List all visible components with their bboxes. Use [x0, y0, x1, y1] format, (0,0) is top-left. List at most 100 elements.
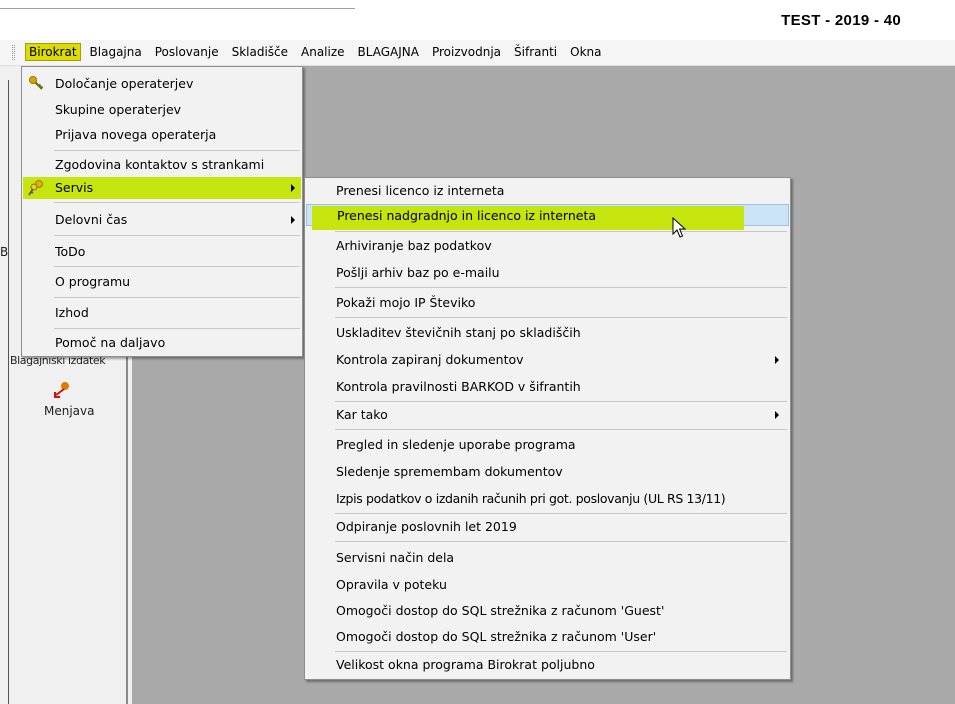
submenu-item-arhiviranje-baz[interactable]: Arhiviranje baz podatkov — [306, 235, 789, 257]
menu-item-label: ToDo — [55, 244, 86, 259]
menu-bar: Birokrat Blagajna Poslovanje Skladišče A… — [0, 40, 955, 66]
menu-okna[interactable]: Okna — [567, 44, 604, 60]
menu-separator — [335, 541, 787, 542]
menu-item-label: Delovni čas — [55, 212, 128, 227]
menu-item-label: Zgodovina kontaktov s strankami — [55, 157, 265, 172]
pane-border-left — [8, 80, 9, 704]
submenu-item-sql-guest[interactable]: Omogoči dostop do SQL strežnika z računo… — [306, 600, 789, 622]
title-bar: TEST - 2019 - 40 — [0, 0, 955, 40]
menu-label: Okna — [570, 45, 602, 59]
menu-item-prijava-novega-operaterja[interactable]: Prijava novega operaterja — [23, 124, 301, 146]
menu-label: Skladišče — [231, 45, 289, 59]
menu-blagajna-upper[interactable]: BLAGAJNA — [355, 44, 422, 60]
menu-skladisce[interactable]: Skladišče — [229, 44, 291, 60]
menu-separator — [335, 651, 787, 652]
submenu-item-izpis-podatkov[interactable]: Izpis podatkov o izdanih računih pri got… — [306, 488, 789, 510]
window-title: TEST - 2019 - 40 — [781, 12, 901, 29]
menu-birokrat[interactable]: Birokrat — [25, 43, 81, 61]
keys-icon — [28, 180, 43, 196]
menu-item-label: Pošlji arhiv baz po e-mailu — [336, 265, 500, 280]
menu-label: Blagajna — [89, 45, 142, 59]
submenu-item-pokazi-ip[interactable]: Pokaži mojo IP Števiko — [306, 292, 789, 314]
menu-separator — [335, 429, 787, 430]
menu-item-label: Pregled in sledenje uporabe programa — [336, 437, 576, 452]
menu-item-label: Arhiviranje baz podatkov — [336, 238, 492, 253]
submenu-arrow-icon — [291, 216, 295, 224]
menu-item-label: Kontrola pravilnosti BARKOD v šifrantih — [336, 379, 581, 394]
menu-item-servis[interactable]: Servis — [23, 177, 301, 199]
submenu-arrow-icon — [775, 411, 779, 419]
menu-item-label: Določanje operaterjev — [55, 76, 194, 91]
submenu-item-kontrola-zapiranj[interactable]: Kontrola zapiranj dokumentov — [306, 349, 789, 371]
submenu-item-odpiranje-let[interactable]: Odpiranje poslovnih let 2019 — [306, 516, 789, 538]
toolbar-stub-label: B — [0, 245, 9, 259]
menu-sifranti[interactable]: Šifranti — [511, 44, 560, 60]
menu-analize[interactable]: Analize — [298, 44, 348, 60]
submenu-item-uskladitev-stevicnih-stanj[interactable]: Uskladitev števičnih stanj po skladiščih — [306, 322, 789, 344]
menu-label: Analize — [301, 45, 345, 59]
menu-item-label: Prenesi nadgradnjo in licenco iz interne… — [337, 208, 597, 223]
submenu-item-prenesi-nadgradnjo[interactable]: Prenesi nadgradnjo in licenco iz interne… — [306, 204, 789, 230]
menu-separator — [335, 287, 787, 288]
menu-separator — [335, 513, 787, 514]
menu-separator — [54, 297, 300, 298]
menu-item-label: Uskladitev števičnih stanj po skladiščih — [336, 325, 581, 340]
menu-item-todo[interactable]: ToDo — [23, 241, 301, 263]
menu-item-label: Skupine operaterjev — [55, 102, 182, 117]
menu-item-skupine-operaterjev[interactable]: Skupine operaterjev — [23, 99, 301, 121]
menu-item-label: Opravila v poteku — [336, 577, 447, 592]
menu-item-label: Izhod — [55, 305, 89, 320]
submenu-item-opravila-v-poteku[interactable]: Opravila v poteku — [306, 574, 789, 596]
submenu-item-pregled-uporabe[interactable]: Pregled in sledenje uporabe programa — [306, 434, 789, 456]
submenu-arrow-icon — [775, 356, 779, 364]
menu-item-zgodovina-kontaktov[interactable]: Zgodovina kontaktov s strankami — [23, 154, 301, 176]
menu-item-label: Odpiranje poslovnih let 2019 — [336, 519, 517, 534]
menu-separator — [335, 401, 787, 402]
menu-item-dolocanje-operaterjev[interactable]: Določanje operaterjev — [23, 73, 301, 95]
key-icon — [29, 76, 44, 90]
menu-item-label: O programu — [55, 274, 131, 289]
menu-label: Birokrat — [29, 45, 77, 59]
menu-item-label: Sledenje spremembam dokumentov — [336, 464, 563, 479]
menubar-grip[interactable] — [12, 45, 15, 60]
menu-item-label: Velikost okna programa Birokrat poljubno — [336, 657, 595, 672]
menu-item-label: Omogoči dostop do SQL strežnika z računo… — [336, 629, 657, 644]
title-divider — [0, 8, 355, 9]
submenu-item-sql-user[interactable]: Omogoči dostop do SQL strežnika z računo… — [306, 626, 789, 648]
menu-item-label: Izpis podatkov o izdanih računih pri got… — [336, 491, 726, 506]
submenu-item-servisni-nacin[interactable]: Servisni način dela — [306, 547, 789, 569]
submenu-item-prenesi-licenco[interactable]: Prenesi licenco iz interneta — [306, 180, 789, 202]
menu-item-label: Prenesi licenco iz interneta — [336, 183, 505, 198]
menu-label: Poslovanje — [154, 45, 219, 59]
menu-separator — [54, 235, 300, 236]
menu-item-label: Prijava novega operaterja — [55, 127, 217, 142]
menu-poslovanje[interactable]: Poslovanje — [152, 44, 222, 60]
menu-item-label: Kontrola zapiranj dokumentov — [336, 352, 524, 367]
menu-separator — [335, 231, 787, 232]
servis-submenu: Prenesi licenco iz interneta Prenesi nad… — [304, 177, 791, 680]
menu-item-label: Servis — [55, 180, 94, 195]
menu-item-label: Omogoči dostop do SQL strežnika z računo… — [336, 603, 665, 618]
menu-item-label: Pokaži mojo IP Števiko — [336, 295, 476, 310]
submenu-item-kar-tako[interactable]: Kar tako — [306, 404, 789, 426]
submenu-item-poslji-arhiv[interactable]: Pošlji arhiv baz po e-mailu — [306, 262, 789, 284]
mouse-cursor-icon — [672, 217, 687, 238]
menu-separator — [54, 202, 300, 203]
menu-blagajna[interactable]: Blagajna — [87, 44, 145, 60]
menu-item-delovni-cas[interactable]: Delovni čas — [23, 209, 301, 231]
menu-separator — [54, 266, 300, 267]
menu-item-pomoc-na-daljavo[interactable]: Pomoč na daljavo — [23, 332, 301, 354]
submenu-arrow-icon — [291, 184, 295, 192]
menu-item-label: Kar tako — [336, 407, 388, 422]
menu-item-izhod[interactable]: Izhod — [23, 302, 301, 324]
exchange-icon[interactable] — [52, 380, 72, 400]
submenu-item-sledenje-spremembam[interactable]: Sledenje spremembam dokumentov — [306, 461, 789, 483]
menu-label: BLAGAJNA — [357, 45, 419, 59]
menjava-label[interactable]: Menjava — [44, 404, 94, 418]
submenu-item-kontrola-barkod[interactable]: Kontrola pravilnosti BARKOD v šifrantih — [306, 376, 789, 398]
menu-item-o-programu[interactable]: O programu — [23, 271, 301, 293]
menu-item-label: Servisni način dela — [336, 550, 455, 565]
submenu-item-velikost-okna[interactable]: Velikost okna programa Birokrat poljubno — [306, 654, 789, 676]
menu-proizvodnja[interactable]: Proizvodnja — [429, 44, 504, 60]
menu-label: Proizvodnja — [431, 45, 502, 59]
